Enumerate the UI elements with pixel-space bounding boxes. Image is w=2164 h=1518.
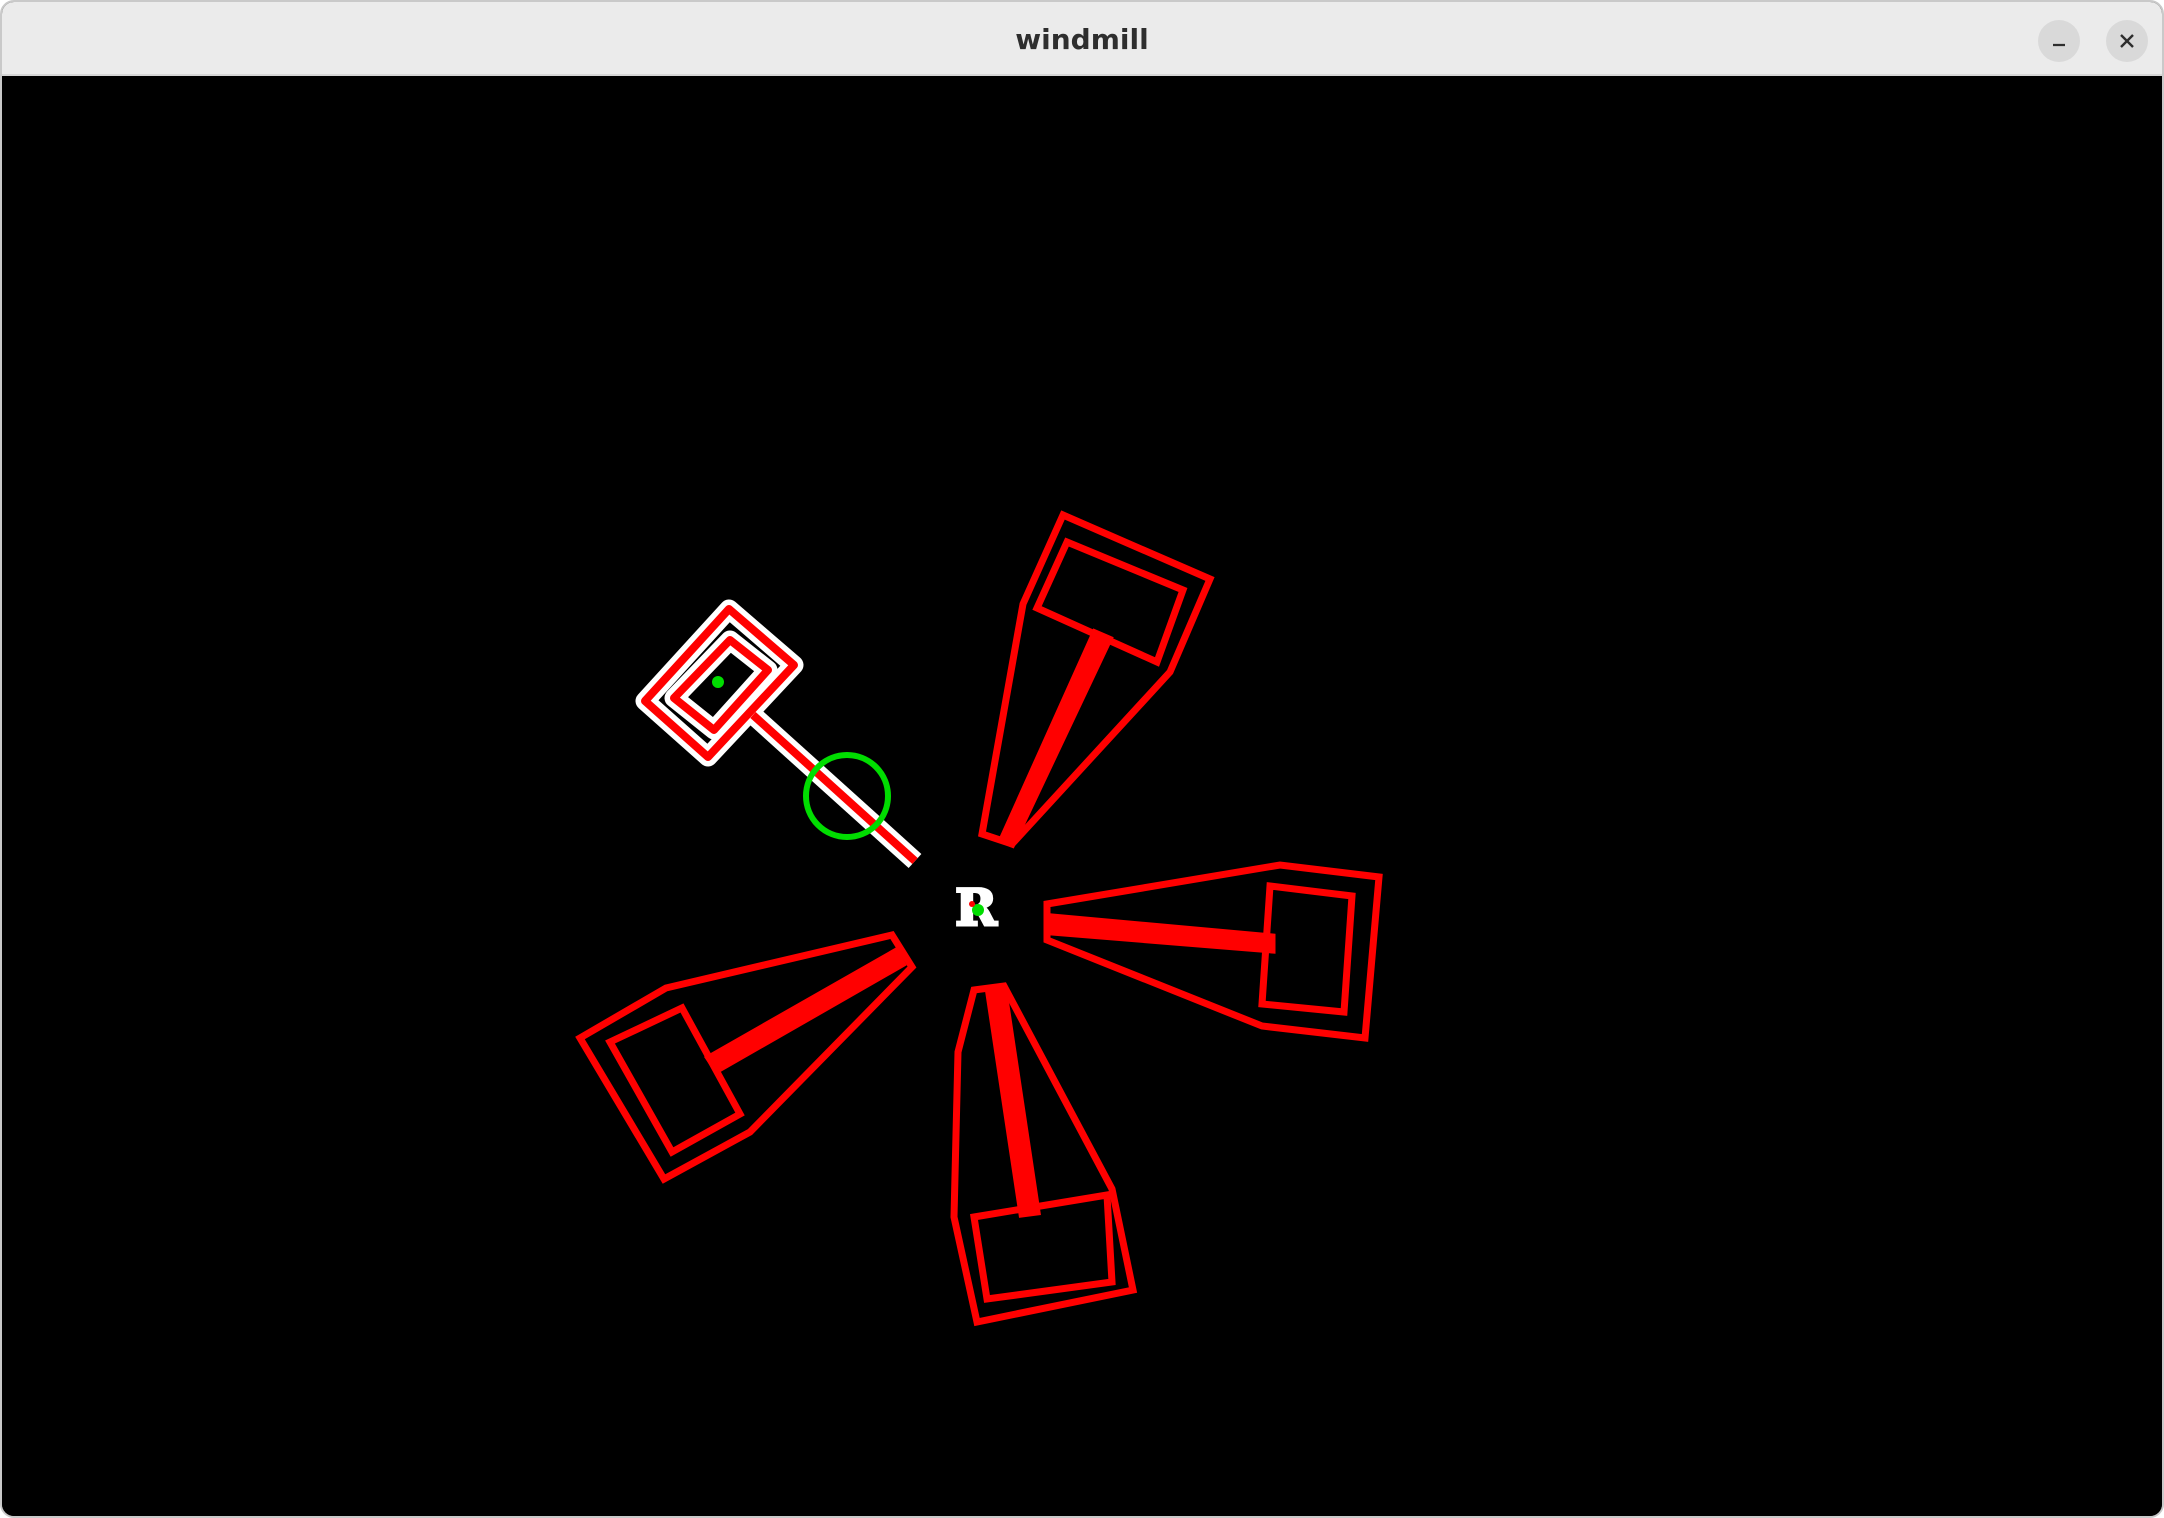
windmill-blade [1043, 861, 1383, 1042]
windmill-blade [950, 982, 1138, 1327]
windmill-drawing: R [575, 510, 1383, 1327]
center-r-marker: R [954, 877, 999, 939]
minimize-icon [2053, 43, 2065, 47]
windmill-blade [575, 931, 917, 1184]
windmill-canvas: R [2, 76, 2162, 1516]
minimize-button[interactable] [2038, 20, 2080, 62]
close-button[interactable] [2106, 20, 2148, 62]
windmill-blade [978, 510, 1215, 849]
title-bar[interactable]: windmill [2, 2, 2162, 76]
app-window: windmill [0, 0, 2164, 1518]
close-icon [2120, 34, 2134, 48]
blade-center-dot [712, 676, 724, 688]
hub-red-dot [969, 901, 975, 907]
window-title: windmill [1015, 23, 1149, 56]
